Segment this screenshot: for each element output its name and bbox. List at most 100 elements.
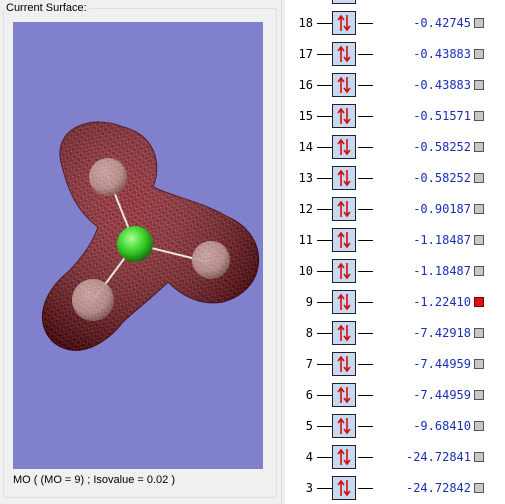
- mo-row[interactable]: 10 -1.18487: [285, 256, 505, 287]
- mo-level-line: [358, 116, 373, 117]
- mo-row[interactable]: 11 -1.18487: [285, 225, 505, 256]
- mo-level-line: [317, 178, 332, 179]
- mo-level-line: [358, 333, 373, 334]
- mo-row[interactable]: 5 -9.68410: [285, 411, 505, 442]
- up-down-arrows-icon[interactable]: [332, 197, 356, 221]
- mo-energy: -24.72841: [405, 450, 471, 464]
- mo-row[interactable]: 14 -0.58252: [285, 132, 505, 163]
- mo-row[interactable]: 18 -0.42745: [285, 8, 505, 39]
- mo-level-list[interactable]: 18 -0.42745 17 -0.43883 16 -0.43883 15 -0.51571…: [285, 0, 505, 504]
- mo-level-line: [358, 54, 373, 55]
- mo-level-line: [317, 209, 332, 210]
- mo-number: 8: [305, 326, 313, 340]
- up-down-arrows-icon[interactable]: [332, 352, 356, 376]
- mo-surface-marker[interactable]: [474, 235, 484, 245]
- mo-level-line: [358, 178, 373, 179]
- mo-level-line: [317, 364, 332, 365]
- mo-level-line: [317, 457, 332, 458]
- mo-energy: -1.18487: [413, 233, 471, 247]
- mo-level-line: [358, 23, 373, 24]
- mo-row[interactable]: 9 -1.22410: [285, 287, 505, 318]
- mo-row[interactable]: 3 -24.72842: [285, 473, 505, 504]
- mo-surface-marker-selected[interactable]: [474, 297, 484, 307]
- mo-row[interactable]: 8 -7.42918: [285, 318, 505, 349]
- mo-surface-marker[interactable]: [474, 142, 484, 152]
- mo-surface-marker[interactable]: [474, 204, 484, 214]
- mo-energy: -7.44959: [413, 388, 471, 402]
- mo-level-line: [358, 302, 373, 303]
- mo-energy: -0.43883: [413, 47, 471, 61]
- mo-level-line: [317, 488, 332, 489]
- mo-energy: -24.72842: [405, 481, 471, 495]
- mo-row[interactable]: 6 -7.44959: [285, 380, 505, 411]
- up-down-arrows-icon[interactable]: [332, 290, 356, 314]
- mo-surface-marker[interactable]: [474, 390, 484, 400]
- mo-row[interactable]: 15 -0.51571: [285, 101, 505, 132]
- mo-level-line: [358, 364, 373, 365]
- mo-level-line: [317, 54, 332, 55]
- mo-row[interactable]: 17 -0.43883: [285, 39, 505, 70]
- mo-energy: -0.58252: [413, 140, 471, 154]
- mo-level-line: [358, 395, 373, 396]
- mo-surface-marker[interactable]: [474, 483, 484, 493]
- mo-energy: -0.58252: [413, 171, 471, 185]
- mo-number: 15: [298, 109, 313, 123]
- mo-number: 16: [298, 78, 313, 92]
- mo-row[interactable]: 12 -0.90187: [285, 194, 505, 225]
- mo-level-line: [317, 147, 332, 148]
- mo-surface-marker[interactable]: [474, 173, 484, 183]
- up-down-arrows-icon[interactable]: [332, 11, 356, 35]
- mo-row[interactable]: 13 -0.58252: [285, 163, 505, 194]
- up-down-arrows-icon[interactable]: [332, 104, 356, 128]
- mo-level-line: [358, 240, 373, 241]
- mo-level-line: [317, 23, 332, 24]
- mo-surface-marker[interactable]: [474, 80, 484, 90]
- up-down-arrows-icon[interactable]: [332, 259, 356, 283]
- up-down-arrows-icon[interactable]: [332, 321, 356, 345]
- molecule-viewport[interactable]: [13, 22, 263, 469]
- mo-level-line: [317, 302, 332, 303]
- mo-row[interactable]: 16 -0.43883: [285, 70, 505, 101]
- mo-energy: -7.44959: [413, 357, 471, 371]
- mo-surface-marker[interactable]: [474, 328, 484, 338]
- surface-panel: Current Surface: MO ((MO = 9) ; Isovalu…: [0, 0, 281, 504]
- up-down-arrows-icon[interactable]: [332, 228, 356, 252]
- up-down-arrows-icon[interactable]: [332, 476, 356, 500]
- up-down-arrows-icon[interactable]: [332, 383, 356, 407]
- up-down-arrows-icon[interactable]: [332, 73, 356, 97]
- up-down-arrows-icon[interactable]: [332, 166, 356, 190]
- mo-surface-marker[interactable]: [474, 266, 484, 276]
- mo-number: 9: [305, 295, 313, 309]
- up-down-arrows-icon[interactable]: [332, 414, 356, 438]
- mo-number: 7: [305, 357, 313, 371]
- mo-level-line: [358, 209, 373, 210]
- up-down-arrows-icon[interactable]: [332, 42, 356, 66]
- mo-level-line: [358, 457, 373, 458]
- mo-surface-marker[interactable]: [474, 18, 484, 28]
- mo-number: 18: [298, 16, 313, 30]
- mo-energy: -0.51571: [413, 109, 471, 123]
- mo-surface-marker[interactable]: [474, 421, 484, 431]
- mo-row[interactable]: 4 -24.72841: [285, 442, 505, 473]
- mo-number: 10: [298, 264, 313, 278]
- mo-level-line: [358, 488, 373, 489]
- mo-level-line: [317, 116, 332, 117]
- mo-number: 12: [298, 202, 313, 216]
- up-down-arrows-icon[interactable]: [332, 135, 356, 159]
- mo-surface-marker[interactable]: [474, 452, 484, 462]
- mo-surface-marker[interactable]: [474, 359, 484, 369]
- mo-energy: -0.42745: [413, 16, 471, 30]
- mo-number: 6: [305, 388, 313, 402]
- mo-number: 5: [305, 419, 313, 433]
- molecule-render[interactable]: [13, 22, 263, 469]
- mo-level-line: [358, 271, 373, 272]
- mo-number: 14: [298, 140, 313, 154]
- mo-energy: -7.42918: [413, 326, 471, 340]
- mo-row[interactable]: 7 -7.44959: [285, 349, 505, 380]
- up-down-arrows-icon[interactable]: [332, 445, 356, 469]
- mo-level-line: [317, 333, 332, 334]
- mo-surface-marker[interactable]: [474, 49, 484, 59]
- mo-energy: -1.22410: [413, 295, 471, 309]
- mo-surface-marker[interactable]: [474, 111, 484, 121]
- mo-level-line: [358, 147, 373, 148]
